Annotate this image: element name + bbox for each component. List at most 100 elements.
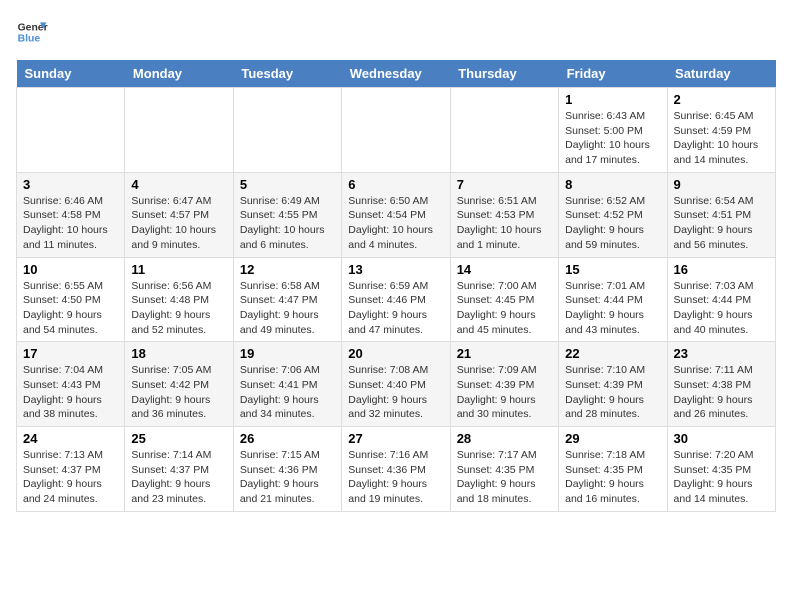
calendar-cell: 11 Sunrise: 6:56 AM Sunset: 4:48 PM Dayli… [125,257,233,342]
calendar-cell: 10 Sunrise: 6:55 AM Sunset: 4:50 PM Dayli… [17,257,125,342]
svg-text:Blue: Blue [18,34,41,45]
calendar-week-5: 24 Sunrise: 7:13 AM Sunset: 4:37 PM Dayli… [17,427,776,512]
calendar-cell: 17Sunrise: 7:04 AM Sunset: 4:43 PM Dayli… [17,342,125,427]
day-info: Sunrise: 6:58 AM Sunset: 4:47 PM Dayligh… [240,279,335,338]
day-number: 14 [457,262,552,277]
day-number: 23 [674,346,769,361]
col-header-saturday: Saturday [667,60,775,88]
calendar-cell: 8 Sunrise: 6:52 AM Sunset: 4:52 PM Daylig… [559,172,667,257]
day-number: 19 [240,346,335,361]
day-info: Sunrise: 6:54 AM Sunset: 4:51 PM Dayligh… [674,194,769,253]
calendar-cell: 22 Sunrise: 7:10 AM Sunset: 4:39 PM Dayli… [559,342,667,427]
calendar-cell: 1 Sunrise: 6:43 AM Sunset: 5:00 PM Daylig… [559,88,667,173]
col-header-thursday: Thursday [450,60,558,88]
calendar-cell: 15 Sunrise: 7:01 AM Sunset: 4:44 PM Dayli… [559,257,667,342]
calendar-cell [342,88,450,173]
logo-icon: General Blue [16,16,48,48]
day-info: Sunrise: 6:59 AM Sunset: 4:46 PM Dayligh… [348,279,443,338]
day-number: 10 [23,262,118,277]
calendar-cell [450,88,558,173]
calendar-week-3: 10 Sunrise: 6:55 AM Sunset: 4:50 PM Dayli… [17,257,776,342]
col-header-wednesday: Wednesday [342,60,450,88]
day-number: 18 [131,346,226,361]
day-info: Sunrise: 7:11 AM Sunset: 4:38 PM Dayligh… [674,363,769,422]
calendar-header: SundayMondayTuesdayWednesdayThursdayFrid… [17,60,776,88]
calendar-cell: 14 Sunrise: 7:00 AM Sunset: 4:45 PM Dayli… [450,257,558,342]
calendar-cell: 9Sunrise: 6:54 AM Sunset: 4:51 PM Daylig… [667,172,775,257]
day-info: Sunrise: 6:55 AM Sunset: 4:50 PM Dayligh… [23,279,118,338]
calendar-cell: 2 Sunrise: 6:45 AM Sunset: 4:59 PM Daylig… [667,88,775,173]
day-info: Sunrise: 6:45 AM Sunset: 4:59 PM Dayligh… [674,109,769,168]
day-number: 21 [457,346,552,361]
day-info: Sunrise: 7:16 AM Sunset: 4:36 PM Dayligh… [348,448,443,507]
day-number: 13 [348,262,443,277]
day-info: Sunrise: 6:43 AM Sunset: 5:00 PM Dayligh… [565,109,660,168]
calendar-cell: 27 Sunrise: 7:16 AM Sunset: 4:36 PM Dayli… [342,427,450,512]
day-number: 12 [240,262,335,277]
calendar-cell: 16Sunrise: 7:03 AM Sunset: 4:44 PM Dayli… [667,257,775,342]
day-info: Sunrise: 7:13 AM Sunset: 4:37 PM Dayligh… [23,448,118,507]
day-number: 7 [457,177,552,192]
calendar-week-1: 1 Sunrise: 6:43 AM Sunset: 5:00 PM Daylig… [17,88,776,173]
calendar-cell: 5 Sunrise: 6:49 AM Sunset: 4:55 PM Daylig… [233,172,341,257]
day-info: Sunrise: 6:46 AM Sunset: 4:58 PM Dayligh… [23,194,118,253]
calendar-cell: 29 Sunrise: 7:18 AM Sunset: 4:35 PM Dayli… [559,427,667,512]
day-info: Sunrise: 7:10 AM Sunset: 4:39 PM Dayligh… [565,363,660,422]
calendar-cell: 18Sunrise: 7:05 AM Sunset: 4:42 PM Dayli… [125,342,233,427]
day-number: 28 [457,431,552,446]
calendar-cell: 3Sunrise: 6:46 AM Sunset: 4:58 PM Daylig… [17,172,125,257]
calendar-week-4: 17Sunrise: 7:04 AM Sunset: 4:43 PM Dayli… [17,342,776,427]
day-number: 15 [565,262,660,277]
day-info: Sunrise: 6:49 AM Sunset: 4:55 PM Dayligh… [240,194,335,253]
day-number: 22 [565,346,660,361]
calendar-cell: 20 Sunrise: 7:08 AM Sunset: 4:40 PM Dayli… [342,342,450,427]
header: General Blue [16,16,776,48]
calendar-cell: 19 Sunrise: 7:06 AM Sunset: 4:41 PM Dayli… [233,342,341,427]
calendar-cell [17,88,125,173]
calendar-table: SundayMondayTuesdayWednesdayThursdayFrid… [16,60,776,512]
calendar-cell: 21 Sunrise: 7:09 AM Sunset: 4:39 PM Dayli… [450,342,558,427]
day-info: Sunrise: 7:09 AM Sunset: 4:39 PM Dayligh… [457,363,552,422]
day-number: 6 [348,177,443,192]
col-header-sunday: Sunday [17,60,125,88]
calendar-cell: 13 Sunrise: 6:59 AM Sunset: 4:46 PM Dayli… [342,257,450,342]
day-info: Sunrise: 7:18 AM Sunset: 4:35 PM Dayligh… [565,448,660,507]
day-info: Sunrise: 7:01 AM Sunset: 4:44 PM Dayligh… [565,279,660,338]
day-info: Sunrise: 6:47 AM Sunset: 4:57 PM Dayligh… [131,194,226,253]
day-number: 25 [131,431,226,446]
day-info: Sunrise: 7:17 AM Sunset: 4:35 PM Dayligh… [457,448,552,507]
day-info: Sunrise: 7:15 AM Sunset: 4:36 PM Dayligh… [240,448,335,507]
day-info: Sunrise: 7:08 AM Sunset: 4:40 PM Dayligh… [348,363,443,422]
col-header-monday: Monday [125,60,233,88]
calendar-cell: 24 Sunrise: 7:13 AM Sunset: 4:37 PM Dayli… [17,427,125,512]
day-number: 29 [565,431,660,446]
day-number: 20 [348,346,443,361]
col-header-friday: Friday [559,60,667,88]
calendar-cell: 26Sunrise: 7:15 AM Sunset: 4:36 PM Dayli… [233,427,341,512]
day-number: 2 [674,92,769,107]
day-info: Sunrise: 6:56 AM Sunset: 4:48 PM Dayligh… [131,279,226,338]
day-number: 8 [565,177,660,192]
day-info: Sunrise: 7:20 AM Sunset: 4:35 PM Dayligh… [674,448,769,507]
day-info: Sunrise: 7:06 AM Sunset: 4:41 PM Dayligh… [240,363,335,422]
calendar-cell: 25 Sunrise: 7:14 AM Sunset: 4:37 PM Dayli… [125,427,233,512]
col-header-tuesday: Tuesday [233,60,341,88]
calendar-cell: 6 Sunrise: 6:50 AM Sunset: 4:54 PM Daylig… [342,172,450,257]
calendar-cell: 4Sunrise: 6:47 AM Sunset: 4:57 PM Daylig… [125,172,233,257]
day-info: Sunrise: 7:00 AM Sunset: 4:45 PM Dayligh… [457,279,552,338]
calendar-cell [125,88,233,173]
day-info: Sunrise: 7:04 AM Sunset: 4:43 PM Dayligh… [23,363,118,422]
calendar-cell: 28 Sunrise: 7:17 AM Sunset: 4:35 PM Dayli… [450,427,558,512]
day-number: 16 [674,262,769,277]
calendar-cell [233,88,341,173]
day-number: 5 [240,177,335,192]
day-info: Sunrise: 6:50 AM Sunset: 4:54 PM Dayligh… [348,194,443,253]
day-number: 11 [131,262,226,277]
day-number: 1 [565,92,660,107]
day-number: 27 [348,431,443,446]
calendar-cell: 12 Sunrise: 6:58 AM Sunset: 4:47 PM Dayli… [233,257,341,342]
day-number: 24 [23,431,118,446]
calendar-week-2: 3Sunrise: 6:46 AM Sunset: 4:58 PM Daylig… [17,172,776,257]
day-info: Sunrise: 7:14 AM Sunset: 4:37 PM Dayligh… [131,448,226,507]
day-info: Sunrise: 6:52 AM Sunset: 4:52 PM Dayligh… [565,194,660,253]
